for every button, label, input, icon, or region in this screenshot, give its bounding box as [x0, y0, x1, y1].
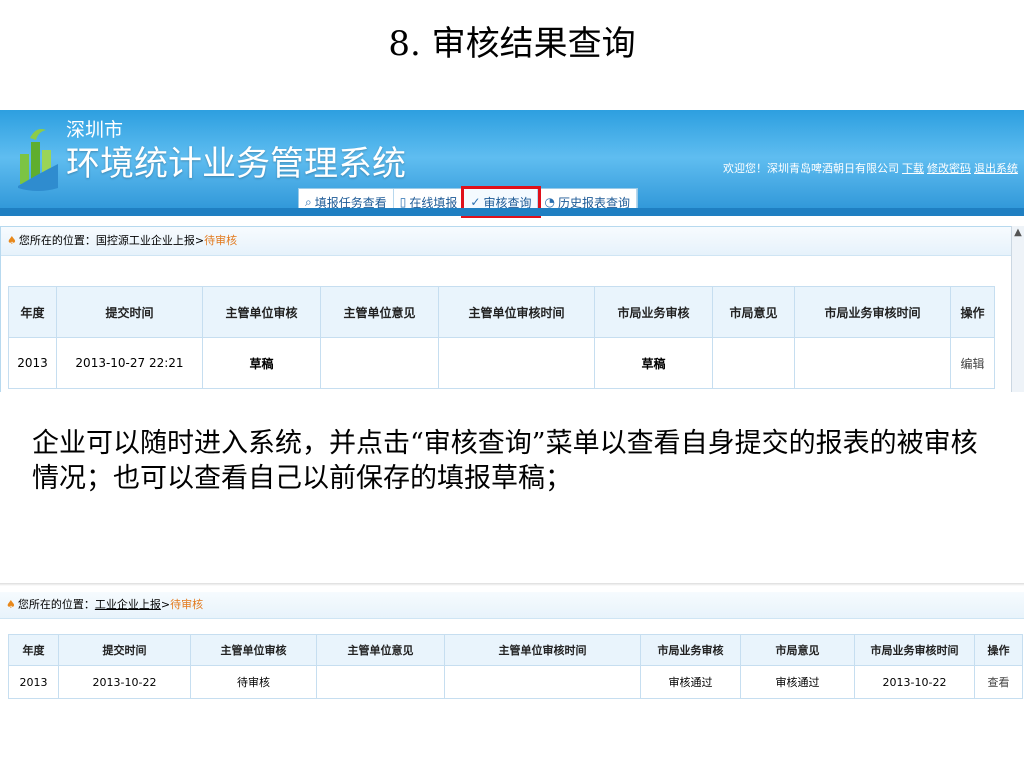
- document-icon: ▯: [399, 195, 407, 209]
- divider: [0, 583, 1024, 586]
- header-dept-audit-time: 主管单位审核时间: [438, 286, 595, 338]
- header-action: 操作: [950, 286, 995, 338]
- breadcrumb: ♠ 您所在的位置：工业企业上报>待审核: [0, 592, 1024, 619]
- check-icon: ✓: [470, 195, 481, 209]
- cell-dept-opinion: [316, 665, 445, 699]
- header-dept-audit-time: 主管单位审核时间: [444, 634, 641, 666]
- city-label: 深圳市: [66, 120, 124, 141]
- system-screenshot-bottom: ♠ 您所在的位置：工业企业上报>待审核 年度 提交时间 主管单位审核 主管单位意见…: [0, 592, 1024, 710]
- tab-online-report[interactable]: ▯ 在线填报: [394, 189, 465, 215]
- tab-history-query[interactable]: ◔ 历史报表查询: [538, 189, 637, 215]
- welcome-bar: 欢迎您！深圳青岛啤酒朝日有限公司 下载 修改密码 退出系统: [723, 160, 1018, 176]
- breadcrumb: ♠ 您所在的位置：国控源工业企业上报>待审核: [1, 227, 1013, 256]
- header-year: 年度: [8, 286, 57, 338]
- home-icon: ♠: [6, 598, 16, 611]
- breadcrumb-link[interactable]: 工业企业上报: [95, 598, 161, 611]
- audit-table: 年度 提交时间 主管单位审核 主管单位意见 主管单位审核时间 市局业务审核 市局…: [8, 286, 995, 389]
- slide-title: 8. 审核结果查询: [388, 24, 636, 64]
- header-year: 年度: [8, 634, 59, 666]
- breadcrumb-current: 待审核: [204, 234, 238, 247]
- breadcrumb-label: 您所在的位置：: [17, 598, 95, 611]
- cell-city-opinion: 审核通过: [740, 665, 855, 699]
- download-link[interactable]: 下载: [902, 162, 924, 175]
- breadcrumb-separator: >: [160, 598, 171, 611]
- header-submit-time: 提交时间: [56, 286, 203, 338]
- table-header-row: 年度 提交时间 主管单位审核 主管单位意见 主管单位审核时间 市局业务审核 市局…: [8, 634, 1023, 666]
- header-city-audit-time: 市局业务审核时间: [854, 634, 975, 666]
- tab-task-view[interactable]: ⌕ 填报任务查看: [299, 189, 394, 215]
- breadcrumb-path: 您所在的位置：国控源工业企业上报: [18, 234, 195, 247]
- cell-dept-audit: 草稿: [202, 337, 321, 389]
- cell-dept-audit-time: [438, 337, 595, 389]
- tab-label: 填报任务查看: [314, 195, 387, 210]
- table-row: 2013 2013-10-22 待审核 审核通过 审核通过 2013-10-22…: [8, 665, 1023, 699]
- header-city-audit: 市局业务审核: [594, 286, 713, 338]
- logo-icon: [18, 129, 58, 191]
- breadcrumb-current: 待审核: [170, 598, 204, 611]
- cell-year: 2013: [8, 665, 59, 699]
- scroll-up-icon[interactable]: ▲: [1012, 226, 1024, 240]
- cell-year: 2013: [8, 337, 57, 389]
- cell-city-audit-time: [794, 337, 951, 389]
- header-action: 操作: [974, 634, 1023, 666]
- header-dept-audit: 主管单位审核: [190, 634, 317, 666]
- cell-city-audit: 草稿: [594, 337, 713, 389]
- nav-tabs: ⌕ 填报任务查看 ▯ 在线填报 ✓ 审核查询 ◔ 历史报表查询: [298, 186, 638, 218]
- tab-label: 历史报表查询: [557, 195, 630, 210]
- search-icon: ⌕: [305, 194, 312, 209]
- cell-city-opinion: [712, 337, 795, 389]
- tab-label: 审核查询: [483, 195, 532, 210]
- change-password-link[interactable]: 修改密码: [927, 162, 971, 175]
- cell-city-audit: 审核通过: [640, 665, 741, 699]
- description-text: 企业可以随时进入系统，并点击“审核查询”菜单以查看自身提交的报表的被审核情况；也…: [32, 428, 978, 494]
- header-city-opinion: 市局意见: [712, 286, 795, 338]
- cell-submit-time: 2013-10-22: [58, 665, 191, 699]
- table-header-row: 年度 提交时间 主管单位审核 主管单位意见 主管单位审核时间 市局业务审核 市局…: [8, 286, 995, 338]
- cell-dept-audit: 待审核: [190, 665, 317, 699]
- tab-label: 在线填报: [409, 195, 458, 210]
- scrollbar[interactable]: ▲: [1011, 226, 1024, 392]
- system-banner: 深圳市 环境统计业务管理系统 欢迎您！深圳青岛啤酒朝日有限公司 下载 修改密码 退出系…: [0, 110, 1024, 218]
- cell-submit-time: 2013-10-27 22:21: [56, 337, 203, 389]
- system-name: 环境统计业务管理系统: [66, 145, 406, 183]
- audit-table: 年度 提交时间 主管单位审核 主管单位意见 主管单位审核时间 市局业务审核 市局…: [8, 634, 1023, 699]
- cell-city-audit-time: 2013-10-22: [854, 665, 975, 699]
- cell-dept-opinion: [320, 337, 439, 389]
- tab-audit-query[interactable]: ✓ 审核查询: [461, 186, 542, 218]
- header-dept-opinion: 主管单位意见: [316, 634, 445, 666]
- header-city-opinion: 市局意见: [740, 634, 855, 666]
- cell-dept-audit-time: [444, 665, 641, 699]
- home-icon: ♠: [7, 234, 17, 247]
- header-city-audit: 市局业务审核: [640, 634, 741, 666]
- header-dept-opinion: 主管单位意见: [320, 286, 439, 338]
- logout-link[interactable]: 退出系统: [974, 162, 1018, 175]
- history-icon: ◔: [544, 195, 555, 209]
- breadcrumb-separator: >: [194, 234, 205, 247]
- edit-link[interactable]: 编辑: [950, 337, 995, 389]
- header-dept-audit: 主管单位审核: [202, 286, 321, 338]
- header-city-audit-time: 市局业务审核时间: [794, 286, 951, 338]
- header-submit-time: 提交时间: [58, 634, 191, 666]
- system-screenshot-top: 深圳市 环境统计业务管理系统 欢迎您！深圳青岛啤酒朝日有限公司 下载 修改密码 退出系…: [0, 110, 1024, 392]
- view-link[interactable]: 查看: [974, 665, 1023, 699]
- table-row: 2013 2013-10-27 22:21 草稿 草稿 编辑: [8, 337, 995, 389]
- welcome-text: 欢迎您！深圳青岛啤酒朝日有限公司: [723, 162, 899, 175]
